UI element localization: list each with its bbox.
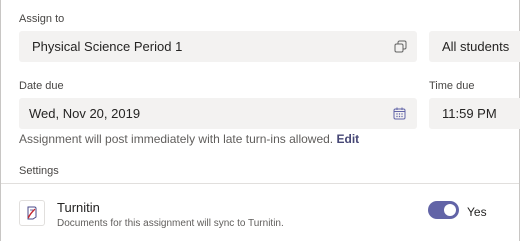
assignment-settings-panel: Assign to Physical Science Period 1 All …: [0, 0, 520, 241]
time-due-value: 11:59 PM: [442, 106, 497, 121]
late-turn-in-note-text: Assignment will post immediately with la…: [19, 132, 334, 146]
time-due-field[interactable]: 11:59 PM: [429, 98, 520, 129]
turnitin-title: Turnitin: [57, 200, 100, 215]
class-select-value: Physical Science Period 1: [32, 39, 183, 54]
class-select-field[interactable]: Physical Science Period 1: [19, 31, 417, 62]
settings-divider: [1, 183, 519, 184]
students-select-value: All students: [442, 39, 510, 54]
date-due-field[interactable]: Wed, Nov 20, 2019: [19, 98, 417, 129]
date-due-label: Date due: [19, 80, 64, 92]
settings-label: Settings: [19, 165, 59, 177]
toggle-knob: [444, 204, 456, 216]
edit-link[interactable]: Edit: [336, 132, 359, 146]
time-due-label: Time due: [429, 80, 475, 92]
calendar-icon[interactable]: [393, 107, 406, 120]
turnitin-toggle[interactable]: [428, 201, 459, 219]
turnitin-icon: [19, 200, 45, 226]
assign-to-label: Assign to: [19, 13, 65, 25]
turnitin-description: Documents for this assignment will sync …: [57, 218, 284, 229]
date-due-value: Wed, Nov 20, 2019: [29, 106, 141, 121]
turnitin-toggle-label: Yes: [467, 205, 487, 219]
students-select-field[interactable]: All students: [429, 31, 520, 62]
late-turn-in-note: Assignment will post immediately with la…: [19, 132, 359, 146]
copy-icon[interactable]: [394, 40, 407, 53]
